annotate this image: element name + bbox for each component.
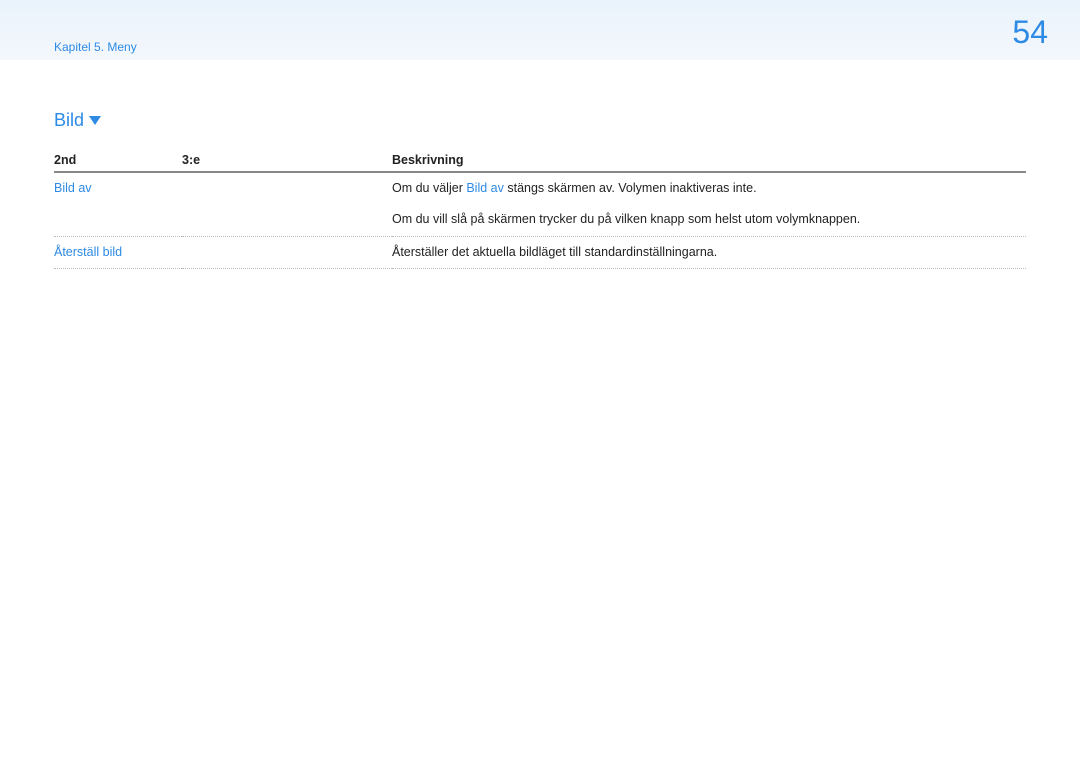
table-cell-empty [182,172,392,204]
desc-text-post: stängs skärmen av. Volymen inaktiveras i… [504,181,757,195]
table-row: Bild av Om du väljer Bild av stängs skär… [54,172,1026,204]
table-header-3e: 3:e [182,147,392,172]
table-cell-description: Om du vill slå på skärmen trycker du på … [392,204,1026,236]
page-header: Kapitel 5. Meny 54 [0,0,1080,60]
table-row: Återställ bild Återställer det aktuella … [54,236,1026,268]
page-content: Bild 2nd 3:e Beskrivning Bild av Om du v… [0,60,1080,269]
desc-inline-link: Bild av [466,181,504,195]
table-cell-description: Återställer det aktuella bildläget till … [392,236,1026,268]
section-title: Bild [54,110,101,131]
desc-text-pre: Om du väljer [392,181,466,195]
table-cell-empty [182,236,392,268]
breadcrumb: Kapitel 5. Meny [54,40,137,54]
page-number: 54 [1012,14,1048,51]
section-title-text: Bild [54,110,84,131]
table-cell-empty [54,204,182,236]
table-header-beskrivning: Beskrivning [392,147,1026,172]
table-header-2nd: 2nd [54,147,182,172]
table-row: Om du vill slå på skärmen trycker du på … [54,204,1026,236]
triangle-down-icon [89,116,101,125]
menu-item-bild-av: Bild av [54,181,92,195]
table-cell-empty [182,204,392,236]
menu-table: 2nd 3:e Beskrivning Bild av Om du väljer… [54,147,1026,269]
table-cell-description: Om du väljer Bild av stängs skärmen av. … [392,172,1026,204]
menu-item-aterstall-bild: Återställ bild [54,245,122,259]
table-header-row: 2nd 3:e Beskrivning [54,147,1026,172]
